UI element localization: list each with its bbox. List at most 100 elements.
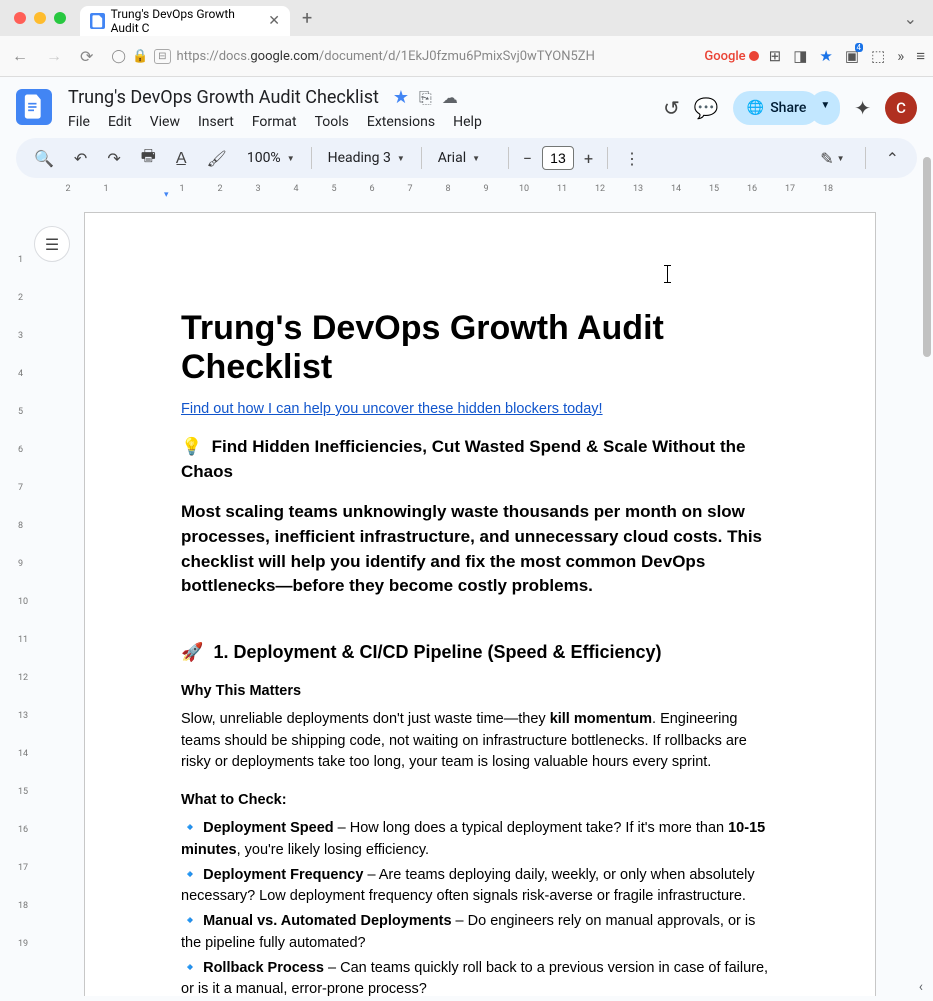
menu-extensions[interactable]: Extensions	[367, 114, 435, 130]
checklist-item: 🔹 Deployment Speed – How long does a typ…	[181, 818, 779, 862]
new-tab-button[interactable]: +	[298, 8, 316, 29]
globe-icon: 🌐	[747, 100, 764, 116]
doc-intro: Most scaling teams unknowingly waste tho…	[181, 500, 779, 599]
check-label: What to Check:	[181, 792, 779, 808]
url-bar: ← → ⟳ ◯ 🔒 ⊟ https://docs.google.com/docu…	[0, 36, 933, 76]
ruler-tick: 15	[709, 184, 719, 194]
user-avatar[interactable]: C	[885, 92, 917, 124]
checklist-item: 🔹 Rollback Process – Can teams quickly r…	[181, 958, 779, 996]
more-format-button[interactable]: ⋮	[616, 143, 648, 174]
history-icon[interactable]: ↺	[663, 96, 680, 120]
decrease-font-button[interactable]: −	[517, 145, 538, 172]
edit-mode-button[interactable]: ✎ ▼	[812, 143, 852, 174]
style-select[interactable]: Heading 3▼	[320, 146, 413, 170]
reload-button[interactable]: ⟳	[76, 43, 97, 70]
google-extension-badge[interactable]: Google	[704, 49, 758, 64]
ruler-tick: 8	[18, 521, 23, 531]
close-window-button[interactable]	[14, 12, 26, 24]
horizontal-ruler[interactable]: 21123456789101112131415161718▾	[68, 184, 917, 202]
gemini-icon[interactable]: ✦	[854, 96, 871, 120]
menu-format[interactable]: Format	[252, 114, 297, 130]
ruler-tick: 4	[293, 184, 298, 194]
ruler-tick: 13	[633, 184, 643, 194]
container-icon[interactable]: ▣4	[845, 47, 859, 65]
star-icon[interactable]: ★	[393, 87, 409, 108]
ruler-tick: 8	[445, 184, 450, 194]
reader-icon[interactable]: ◨	[793, 47, 807, 65]
bookmark-star-icon[interactable]: ★	[819, 47, 832, 65]
comments-icon[interactable]: 💬	[694, 96, 719, 120]
url-field[interactable]: ◯ 🔒 ⊟ https://docs.google.com/document/d…	[107, 49, 694, 64]
ruler-tick: 4	[18, 369, 23, 379]
minimize-window-button[interactable]	[34, 12, 46, 24]
ruler-tick: 7	[407, 184, 412, 194]
font-size-input[interactable]	[542, 146, 574, 170]
paint-format-button[interactable]: 🖌	[199, 143, 235, 174]
document-title[interactable]: Trung's DevOps Growth Audit Checklist	[64, 85, 383, 110]
redo-button[interactable]: ↷	[99, 143, 128, 174]
doc-subtitle: 💡 Find Hidden Inefficiencies, Cut Wasted…	[181, 435, 779, 484]
tab-title: Trung's DevOps Growth Audit C	[111, 7, 263, 35]
outline-toggle-button[interactable]: ☰	[34, 226, 70, 262]
print-button[interactable]: 🖶	[133, 139, 164, 178]
extensions-icon[interactable]: ⬚	[871, 47, 885, 65]
document-page[interactable]: Trung's DevOps Growth Audit Checklist Fi…	[84, 212, 876, 996]
ruler-tick: 3	[18, 331, 23, 341]
spellcheck-button[interactable]: A̲	[168, 142, 195, 174]
docs-logo-icon[interactable]	[16, 89, 52, 125]
ruler-tick: 6	[18, 445, 23, 455]
share-button[interactable]: 🌐 Share	[733, 91, 821, 125]
ruler-tick: 14	[18, 749, 28, 759]
undo-button[interactable]: ↶	[66, 143, 95, 174]
doc-h1: Trung's DevOps Growth Audit Checklist	[181, 309, 779, 387]
cloud-status-icon[interactable]: ☁	[442, 88, 458, 107]
explore-button[interactable]: ‹	[919, 979, 923, 995]
tab-bar: Trung's DevOps Growth Audit C ✕ + ⌄	[0, 0, 933, 36]
ruler-tick: 16	[747, 184, 757, 194]
menu-view[interactable]: View	[150, 114, 180, 130]
maximize-window-button[interactable]	[54, 12, 66, 24]
menu-edit[interactable]: Edit	[108, 114, 132, 130]
vertical-ruler[interactable]: 12345678910111213141516171819	[16, 202, 34, 996]
menu-help[interactable]: Help	[453, 114, 482, 130]
indent-marker-icon[interactable]: ▾	[164, 190, 169, 200]
title-row: Trung's DevOps Growth Audit Checklist ★ …	[64, 85, 651, 110]
ruler-tick: 17	[785, 184, 795, 194]
menu-icon[interactable]: ≡	[916, 47, 925, 65]
close-tab-icon[interactable]: ✕	[268, 13, 280, 29]
share-dropdown[interactable]: ▼	[810, 91, 840, 125]
overflow-icon[interactable]: »	[897, 47, 904, 65]
increase-font-button[interactable]: +	[578, 145, 599, 172]
tab-overflow-button[interactable]: ⌄	[896, 9, 925, 28]
back-button[interactable]: ←	[8, 42, 32, 70]
qr-icon[interactable]: ⊞	[769, 47, 782, 65]
menu-tools[interactable]: Tools	[315, 114, 349, 130]
ruler-tick: 12	[18, 673, 28, 683]
font-select[interactable]: Arial▼	[430, 146, 500, 170]
forward-button[interactable]: →	[42, 42, 66, 70]
docs-header: Trung's DevOps Growth Audit Checklist ★ …	[0, 77, 933, 138]
separator	[421, 147, 422, 169]
shield-icon: ◯	[111, 49, 126, 64]
ruler-tick: 11	[18, 635, 28, 645]
ruler-tick: 19	[18, 939, 28, 949]
toolbar: 🔍 ↶ ↷ 🖶 A̲ 🖌 100%▼ Heading 3▼ Arial▼ − +…	[16, 138, 917, 178]
zoom-select[interactable]: 100%▼	[239, 146, 303, 170]
text-cursor	[667, 265, 668, 283]
vertical-scrollbar[interactable]	[923, 157, 931, 357]
doc-link[interactable]: Find out how I can help you uncover thes…	[181, 401, 779, 417]
separator	[508, 147, 509, 169]
search-icon[interactable]: 🔍	[26, 143, 62, 174]
ruler-tick: 1	[103, 184, 108, 194]
ruler-tick: 2	[18, 293, 23, 303]
menu-insert[interactable]: Insert	[198, 114, 234, 130]
window-controls	[8, 12, 72, 24]
extension-icons: ⊞ ◨ ★ ▣4 ⬚ » ≡	[769, 47, 925, 65]
move-icon[interactable]: ⎘	[419, 88, 432, 108]
font-size-group: − +	[517, 145, 599, 172]
browser-tab[interactable]: Trung's DevOps Growth Audit C ✕	[80, 6, 290, 36]
ruler-tick: 15	[18, 787, 28, 797]
docs-favicon-icon	[90, 13, 105, 29]
collapse-toolbar-button[interactable]: ⌃	[878, 143, 907, 174]
menu-file[interactable]: File	[68, 114, 90, 130]
